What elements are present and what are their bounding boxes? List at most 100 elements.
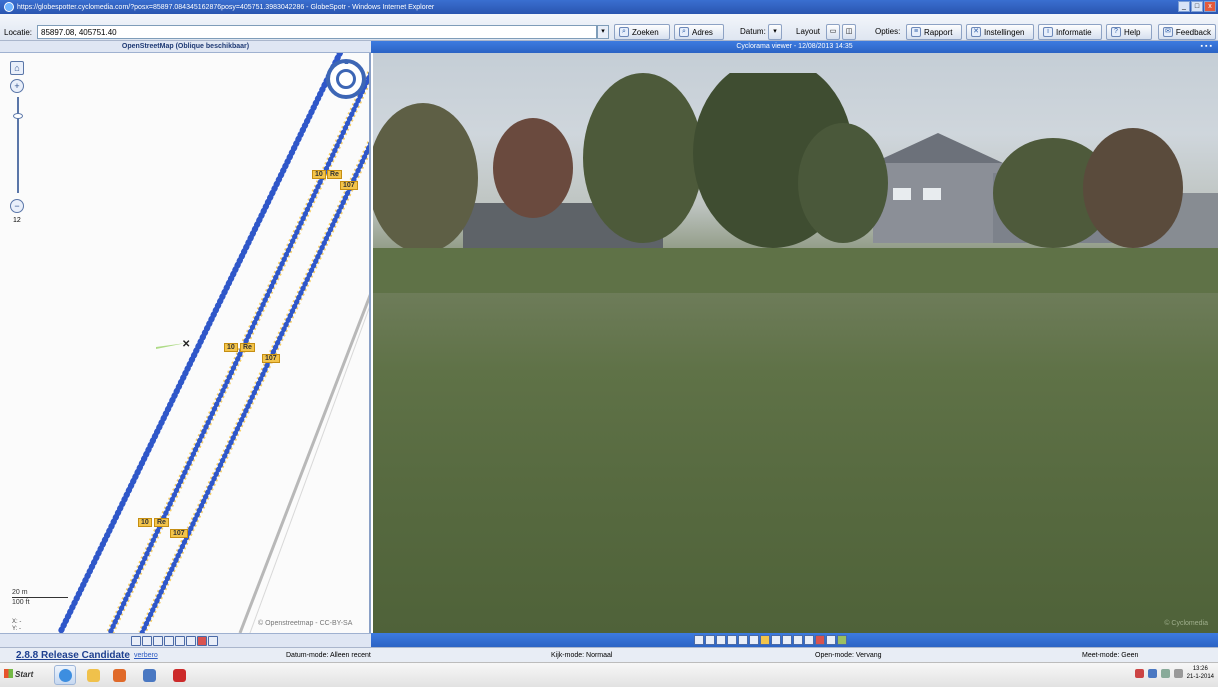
viewer-tool-icon[interactable]: [826, 635, 836, 645]
viewer-tool-icon[interactable]: [804, 635, 814, 645]
map-label[interactable]: Re: [327, 170, 342, 179]
viewer-tool-icon[interactable]: [716, 635, 726, 645]
viewer-tool-icon[interactable]: [793, 635, 803, 645]
tray-security-icon[interactable]: [1134, 668, 1144, 678]
map-label[interactable]: 10: [312, 170, 326, 179]
cyclorama-viewer[interactable]: © Cyclomedia: [373, 53, 1218, 633]
zoom-slider[interactable]: [13, 97, 23, 193]
system-tray: 13:26 21-1-2014: [1134, 665, 1214, 681]
settings-button[interactable]: ✕ Instellingen: [966, 24, 1034, 40]
close-button[interactable]: x: [1204, 1, 1216, 12]
settings-button-label: Instellingen: [984, 27, 1025, 37]
minimize-button[interactable]: _: [1178, 1, 1190, 12]
map-label[interactable]: 10: [224, 343, 238, 352]
search-button[interactable]: ⌕ Zoeken: [614, 24, 670, 40]
viewer-window-controls[interactable]: ▪▪▪: [1201, 41, 1214, 53]
map-canvas[interactable]: ✕: [0, 53, 371, 633]
maximize-button[interactable]: □: [1191, 1, 1203, 12]
viewer-tool-icon[interactable]: [749, 635, 759, 645]
search-button-label: Zoeken: [632, 27, 659, 37]
location-input[interactable]: [37, 25, 597, 39]
zoom-control: ⌂ + − 12: [10, 61, 26, 224]
feedback-button-label: Feedback: [1175, 27, 1211, 37]
map-tool-icon[interactable]: [197, 636, 207, 646]
viewer-tool-icon[interactable]: [694, 635, 704, 645]
viewer-tool-icon[interactable]: [782, 635, 792, 645]
map-panel-header: OpenStreetMap (Oblique beschikbaar): [0, 41, 371, 53]
taskbar-app-pdf[interactable]: [168, 665, 190, 685]
start-button[interactable]: Start: [4, 669, 33, 679]
zoom-level: 12: [13, 217, 21, 224]
info-button[interactable]: i Informatie: [1038, 24, 1102, 40]
feedback-icon: ✉: [1163, 27, 1173, 37]
map-label[interactable]: Re: [154, 518, 169, 527]
map-tool-icons: [131, 636, 218, 646]
taskbar-app-program[interactable]: [138, 665, 160, 685]
map-label[interactable]: 107: [340, 181, 358, 190]
browser-title-bar: https://globespotter.cyclomedia.com/?pos…: [0, 0, 1218, 14]
view-mode-status: Kijk-mode: Normaal: [551, 652, 613, 659]
map-tool-icon[interactable]: [142, 636, 152, 646]
feedback-button[interactable]: ✉ Feedback: [1158, 24, 1216, 40]
panorama-image[interactable]: [373, 73, 1218, 293]
viewer-tool-icon[interactable]: [705, 635, 715, 645]
viewer-tool-icon[interactable]: [760, 635, 770, 645]
home-button[interactable]: ⌂: [10, 61, 24, 75]
date-picker-button[interactable]: ▾: [768, 24, 782, 40]
version-link[interactable]: 2.8.8 Release Candidate: [16, 650, 130, 661]
compass-icon[interactable]: ▲: [326, 59, 366, 99]
tray-app-icon[interactable]: [1160, 668, 1170, 678]
viewer-tool-icon[interactable]: [771, 635, 781, 645]
volume-icon[interactable]: [1173, 668, 1183, 678]
compass-inner-ring: [336, 69, 356, 89]
zoom-slider-thumb[interactable]: [13, 113, 23, 119]
map-tool-icon[interactable]: [175, 636, 185, 646]
tray-network-icon[interactable]: [1147, 668, 1157, 678]
window-title: https://globespotter.cyclomedia.com/?pos…: [17, 3, 435, 11]
clock-time: 13:26: [1192, 666, 1208, 672]
location-dropdown-button[interactable]: ▾: [597, 25, 609, 39]
help-icon: ?: [1111, 27, 1121, 37]
map-bottom-toolbar: [0, 633, 371, 647]
map-tool-icon[interactable]: [208, 636, 218, 646]
system-clock[interactable]: 13:26 21-1-2014: [1187, 665, 1214, 681]
map-label[interactable]: 107: [262, 354, 280, 363]
options-label: Opties:: [875, 27, 901, 36]
layout-split-button[interactable]: ◫: [842, 24, 856, 40]
taskbar-app-media[interactable]: [108, 665, 130, 685]
taskbar-app-ie[interactable]: [54, 665, 76, 685]
magnifier-icon: ⌕: [619, 27, 629, 37]
zoom-in-button[interactable]: +: [10, 79, 24, 93]
taskbar-app-explorer[interactable]: [82, 665, 104, 685]
viewer-tool-icon[interactable]: [837, 635, 847, 645]
open-mode-status: Open-mode: Vervang: [815, 652, 882, 659]
map-tool-icon[interactable]: [164, 636, 174, 646]
help-button[interactable]: ? Help: [1106, 24, 1152, 40]
map-panel[interactable]: ✕ ⌂ + − 12 ▲ 10 Re 107 10 Re 107 10 Re 1…: [0, 53, 371, 633]
layout-single-button[interactable]: ▭: [826, 24, 840, 40]
viewer-tool-icon[interactable]: [727, 635, 737, 645]
map-label[interactable]: Re: [240, 343, 255, 352]
viewer-watermark: © Cyclomedia: [1164, 620, 1208, 627]
version-verbero-link[interactable]: verbero: [134, 652, 158, 659]
viewer-panel-header: Cyclorama viewer - 12/08/2013 14:35 ▪▪▪: [371, 41, 1218, 53]
map-label[interactable]: 107: [170, 529, 188, 538]
date-mode-status: Datum-mode: Alleen recent: [286, 652, 371, 659]
help-button-label: Help: [1124, 27, 1141, 37]
map-tool-icon[interactable]: [186, 636, 196, 646]
media-player-icon: [112, 668, 126, 682]
report-button[interactable]: ≡ Rapport: [906, 24, 962, 40]
viewer-tool-icon[interactable]: [738, 635, 748, 645]
main-toolbar: Locatie: ▾ ⌕ Zoeken ⌕ Adres Datum: ▾ Lay…: [0, 14, 1218, 41]
map-attribution: © Openstreetmap - CC-BY-SA: [258, 620, 353, 627]
map-label[interactable]: 10: [138, 518, 152, 527]
zoom-out-button[interactable]: −: [10, 199, 24, 213]
viewer-tool-icon[interactable]: [815, 635, 825, 645]
info-icon: i: [1043, 27, 1053, 37]
map-tool-icon[interactable]: [153, 636, 163, 646]
measure-mode-status: Meet-mode: Geen: [1082, 652, 1139, 659]
address-button[interactable]: ⌕ Adres: [674, 24, 724, 40]
pdf-icon: [172, 668, 186, 682]
status-bar: 2.8.8 Release Candidate verbero Datum-mo…: [0, 647, 1218, 662]
map-tool-icon[interactable]: [131, 636, 141, 646]
